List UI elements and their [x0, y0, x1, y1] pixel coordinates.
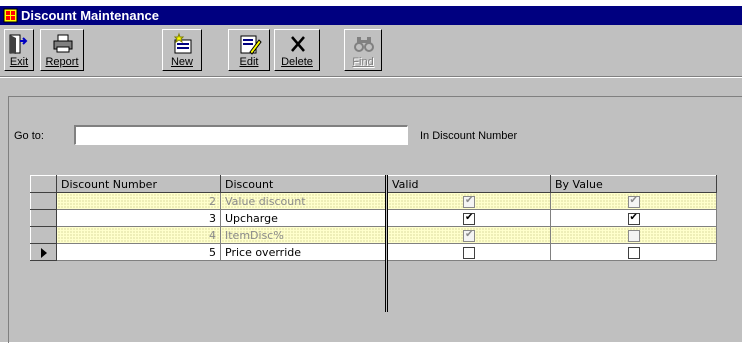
- by-value-checkbox[interactable]: ✔: [627, 211, 640, 225]
- cell-discount-number[interactable]: 4: [56, 226, 221, 244]
- table-row[interactable]: 4 ItemDisc% ✔: [30, 226, 717, 244]
- cell-discount[interactable]: Upcharge: [220, 209, 388, 227]
- cell-valid: ✔: [386, 226, 551, 244]
- cell-discount[interactable]: Price override: [220, 243, 388, 261]
- cell-by-value: ✔: [550, 192, 717, 210]
- cell-discount[interactable]: Value discount: [220, 192, 388, 210]
- window-title: Discount Maintenance: [21, 8, 159, 23]
- edit-button[interactable]: Edit: [228, 29, 270, 71]
- empty-row: [30, 294, 717, 312]
- table-row[interactable]: 3 Upcharge ✔ ✔: [30, 209, 717, 227]
- row-selector[interactable]: [30, 209, 57, 227]
- valid-checkbox[interactable]: ✔: [463, 194, 475, 208]
- printer-icon: [53, 34, 73, 53]
- goto-field-hint: In Discount Number: [420, 130, 518, 142]
- cell-by-value: [550, 243, 717, 261]
- delete-label: Delete: [281, 56, 313, 68]
- table-row[interactable]: 5 Price override: [30, 243, 717, 261]
- cell-valid: [386, 243, 551, 261]
- empty-cell: [220, 294, 388, 312]
- header-row: Discount Number Discount Valid By Value: [30, 175, 717, 193]
- column-header-discount-number[interactable]: Discount Number: [56, 175, 221, 193]
- cell-by-value: [550, 226, 717, 244]
- empty-cell: [386, 294, 551, 312]
- valid-checkbox[interactable]: ✔: [463, 228, 475, 242]
- column-header-valid[interactable]: Valid: [386, 175, 551, 193]
- cell-by-value: ✔: [550, 209, 717, 227]
- report-label: Report: [45, 56, 79, 68]
- cell-discount-number[interactable]: 2: [56, 192, 221, 210]
- grid-body: 2 Value discount ✔ ✔ 3 Upcharge ✔ ✔ 4 ItemDisc% ✔ 5…: [30, 192, 717, 312]
- by-value-checkbox[interactable]: [627, 246, 640, 259]
- row-selector[interactable]: [30, 226, 57, 244]
- edit-label: Edit: [239, 56, 259, 68]
- edit-record-icon: [240, 35, 262, 55]
- exit-label: Exit: [9, 56, 29, 68]
- title-bar: Discount Maintenance: [0, 6, 742, 25]
- cell-discount-number[interactable]: 5: [56, 243, 221, 261]
- new-record-icon: [173, 32, 192, 54]
- discount-grid: Discount Number Discount Valid By Value …: [30, 175, 742, 342]
- empty-cell: [30, 294, 57, 312]
- delete-button[interactable]: Delete: [274, 29, 320, 71]
- empty-cell: [30, 260, 57, 278]
- empty-cell: [56, 260, 221, 278]
- binoculars-icon: [354, 37, 374, 52]
- valid-checkbox[interactable]: [463, 246, 475, 259]
- goto-label: Go to:: [14, 130, 44, 142]
- row-selector[interactable]: [30, 192, 57, 210]
- empty-cell: [550, 260, 717, 278]
- check-mark-icon: ✔: [465, 228, 474, 240]
- exit-door-icon: [9, 34, 28, 54]
- column-header-discount[interactable]: Discount: [220, 175, 388, 193]
- delete-x-icon: [291, 36, 305, 52]
- cell-valid: ✔: [386, 192, 551, 210]
- toolbar-divider: [0, 76, 742, 78]
- cell-discount-number[interactable]: 3: [56, 209, 221, 227]
- report-button[interactable]: Report: [40, 29, 84, 71]
- empty-cell: [550, 294, 717, 312]
- app-icon: [3, 8, 18, 23]
- find-button[interactable]: Find: [344, 29, 382, 71]
- empty-cell: [56, 277, 221, 295]
- empty-cell: [386, 260, 551, 278]
- empty-cell: [386, 277, 551, 295]
- new-button[interactable]: New: [162, 29, 202, 71]
- row-selector-header[interactable]: [30, 175, 57, 193]
- cell-valid: ✔: [386, 209, 551, 227]
- empty-cell: [56, 294, 221, 312]
- row-selector[interactable]: [30, 243, 57, 261]
- table-row[interactable]: 2 Value discount ✔ ✔: [30, 192, 717, 210]
- discount-table: Discount Number Discount Valid By Value …: [30, 175, 717, 312]
- check-mark-icon: ✔: [629, 211, 638, 223]
- empty-row: [30, 260, 717, 278]
- new-label: New: [170, 56, 193, 68]
- goto-input[interactable]: [74, 125, 408, 145]
- column-header-by-value[interactable]: By Value: [550, 175, 717, 193]
- by-value-checkbox[interactable]: ✔: [627, 194, 640, 208]
- empty-cell: [550, 277, 717, 295]
- check-mark-icon: ✔: [465, 194, 474, 206]
- empty-row: [30, 277, 717, 295]
- current-row-arrow-icon: [40, 247, 47, 258]
- by-value-checkbox[interactable]: [627, 229, 640, 242]
- empty-cell: [220, 260, 388, 278]
- empty-cell: [220, 277, 388, 295]
- exit-button[interactable]: Exit: [4, 29, 34, 71]
- find-label: Find: [352, 56, 374, 68]
- empty-cell: [30, 277, 57, 295]
- valid-checkbox[interactable]: ✔: [463, 211, 475, 225]
- check-mark-icon: ✔: [465, 211, 474, 223]
- cell-discount[interactable]: ItemDisc%: [220, 226, 388, 244]
- check-mark-icon: ✔: [629, 194, 638, 206]
